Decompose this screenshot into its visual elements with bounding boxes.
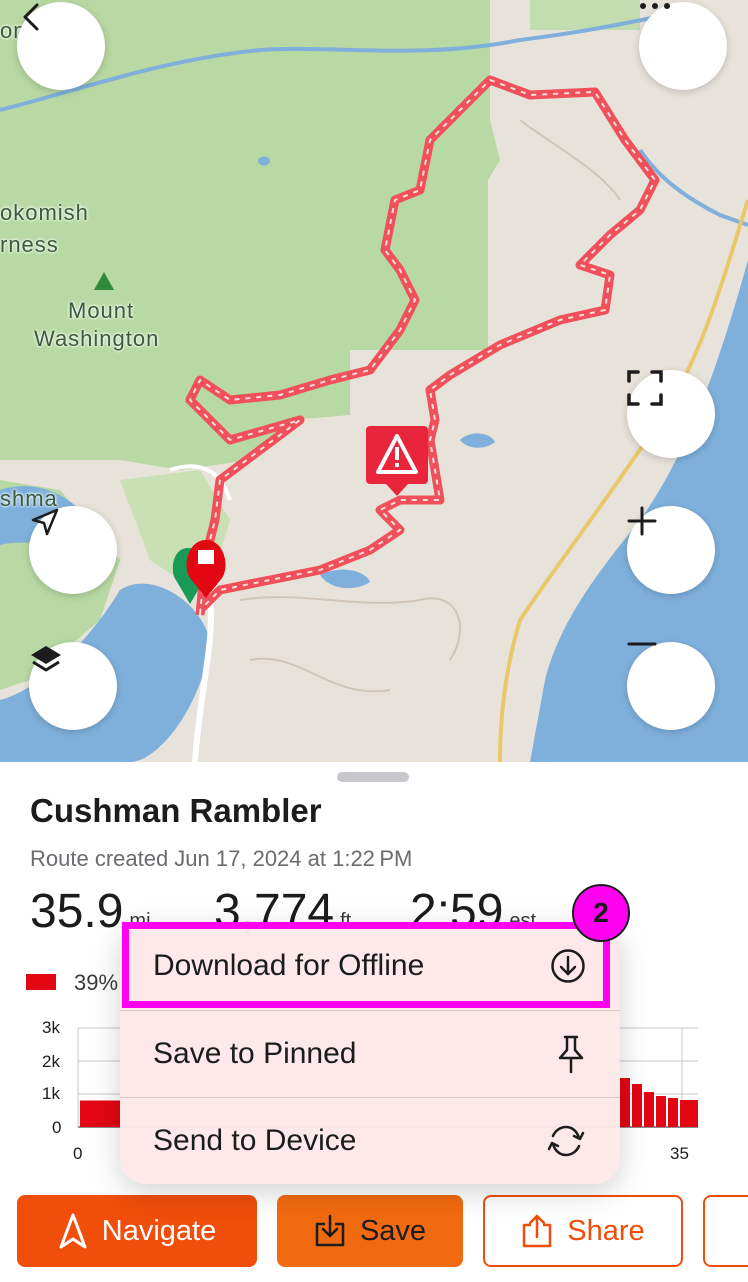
route-subtitle: Route created Jun 17, 2024 at 1:22 PM: [30, 846, 413, 871]
surface-legend-percent: 39%: [74, 970, 119, 995]
plus-icon: [627, 506, 657, 536]
share-icon: [523, 1214, 552, 1248]
menu-item-send-label: Send to Device: [153, 1124, 357, 1157]
map-label-skokomish: okomish: [0, 200, 89, 225]
location-arrow-icon: [31, 508, 59, 536]
zoom-out-button[interactable]: [627, 642, 715, 730]
chart-y-tick-0: 0: [52, 1118, 62, 1137]
elevation-bars-right: [620, 1078, 698, 1127]
save-label: Save: [359, 1214, 427, 1247]
stat-distance-value: 35.9: [30, 885, 124, 938]
step-badge: 2: [572, 884, 630, 942]
menu-item-pinned-label: Save to Pinned: [153, 1037, 357, 1070]
elevation-bars-left: [80, 1099, 120, 1127]
more-actions-button[interactable]: [703, 1195, 748, 1267]
chart-y-tick-2k: 2k: [42, 1052, 60, 1071]
map-label-mount: Mount: [68, 298, 135, 323]
fullscreen-button[interactable]: [627, 370, 715, 458]
ellipsis-icon: [640, 3, 670, 9]
highlight-download-offline: [122, 922, 610, 1008]
fullscreen-icon: [627, 370, 663, 406]
menu-item-send-device[interactable]: Send to Device: [120, 1097, 620, 1184]
locate-button[interactable]: [29, 506, 117, 594]
pin-icon: [558, 1035, 584, 1074]
share-button[interactable]: Share: [483, 1195, 683, 1267]
chevron-left-icon: [23, 3, 39, 31]
route-title: Cushman Rambler: [30, 792, 322, 829]
sheet-grabber[interactable]: [337, 772, 409, 782]
chart-x-tick-0: 0: [73, 1144, 83, 1163]
map-label-washington: Washington: [34, 326, 160, 351]
layers-icon: [31, 646, 61, 672]
chart-x-tick-35: 35: [670, 1144, 689, 1163]
navigate-label: Navigate: [101, 1214, 217, 1247]
save-button[interactable]: Save: [277, 1195, 463, 1267]
navigate-button[interactable]: Navigate: [17, 1195, 257, 1267]
more-button[interactable]: [639, 2, 727, 90]
menu-item-save-pinned[interactable]: Save to Pinned: [120, 1010, 620, 1098]
chart-y-tick-1k: 1k: [42, 1084, 60, 1103]
share-label: Share: [567, 1214, 645, 1247]
surface-legend-swatch: [26, 974, 56, 990]
layers-button[interactable]: [29, 642, 117, 730]
minus-icon: [627, 642, 657, 646]
back-button[interactable]: [17, 2, 105, 90]
map-label-wilderness: rness: [0, 232, 59, 257]
save-tray-icon: [315, 1214, 345, 1247]
zoom-in-button[interactable]: [627, 506, 715, 594]
warning-icon[interactable]: [366, 426, 428, 496]
navigation-arrow-icon: [59, 1213, 87, 1249]
map-view[interactable]: om okomish rness Mount Washington shma: [0, 0, 748, 762]
sync-icon: [547, 1125, 585, 1157]
chart-y-tick-3k: 3k: [42, 1018, 60, 1037]
